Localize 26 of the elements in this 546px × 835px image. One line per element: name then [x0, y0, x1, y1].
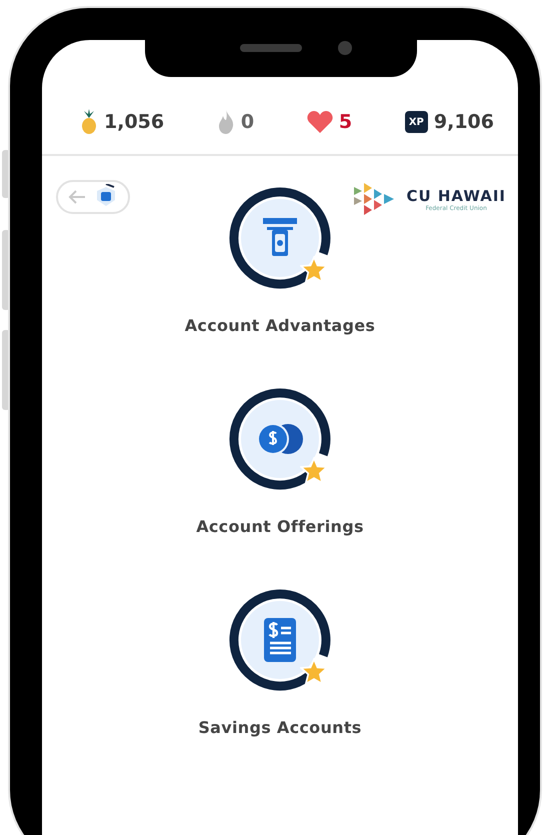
lesson-node[interactable]: [228, 588, 332, 692]
triangles-logo-icon: [354, 183, 394, 215]
pineapple-icon: [80, 109, 98, 135]
atm-icon: [262, 218, 297, 258]
speaker-grille: [240, 44, 302, 52]
back-arrow-icon: [68, 190, 86, 204]
camera-dot: [338, 41, 352, 55]
heart-icon: [306, 111, 333, 133]
lesson-title: Savings Accounts: [198, 718, 362, 737]
lesson-title: Account Offerings: [196, 517, 364, 536]
stat-value: 5: [338, 111, 352, 133]
lesson-node[interactable]: [228, 186, 332, 290]
stat-value: 0: [240, 111, 254, 133]
star-icon: [300, 457, 328, 484]
logo-name: CU HAWAII: [406, 186, 506, 204]
star-icon: [300, 658, 328, 685]
star-icon: [300, 256, 328, 283]
stat-value: 1,056: [104, 111, 164, 133]
flame-icon: [216, 110, 235, 134]
lesson-title: Account Advantages: [184, 316, 376, 335]
lesson-node[interactable]: [228, 387, 332, 491]
stat-value: 9,106: [434, 111, 494, 133]
coins-icon: [257, 423, 303, 455]
back-button[interactable]: [56, 180, 130, 214]
document-icon: [264, 618, 296, 662]
xp-badge: XP: [404, 111, 428, 133]
